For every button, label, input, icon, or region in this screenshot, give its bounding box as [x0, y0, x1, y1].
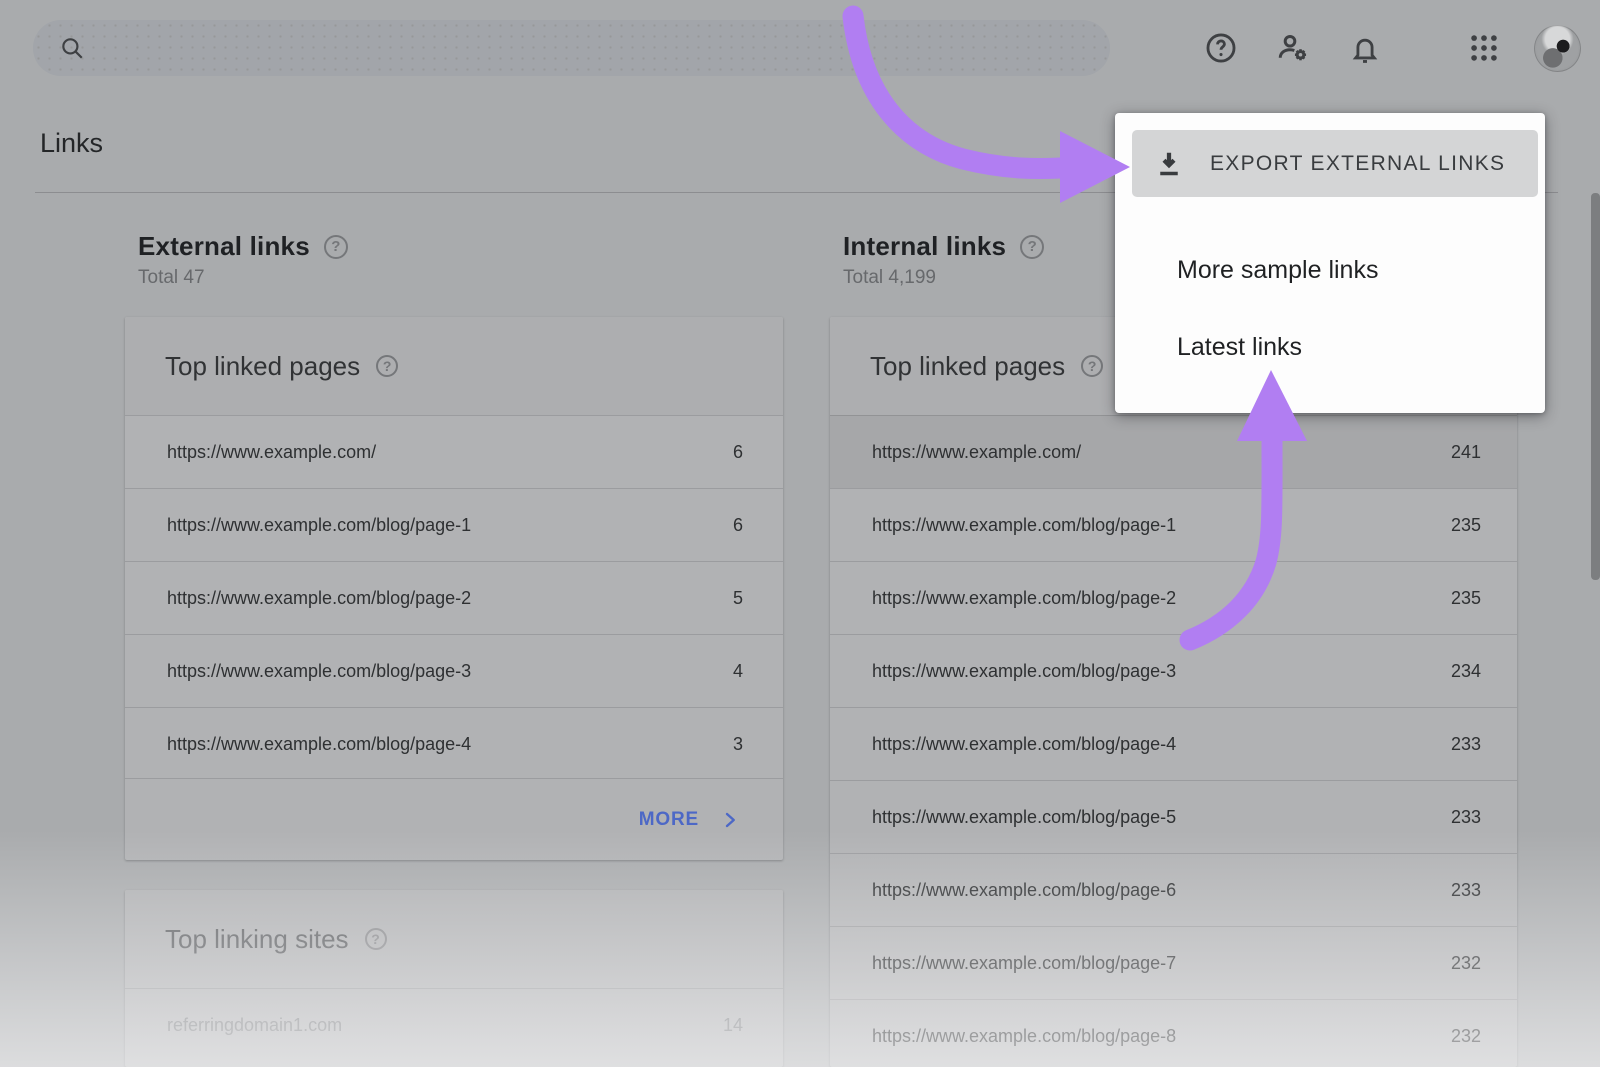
external-links-heading: External links: [138, 231, 310, 262]
notifications-button[interactable]: [1342, 25, 1388, 71]
notifications-icon: [1348, 31, 1382, 65]
table-row[interactable]: https://www.example.com/ 241: [830, 415, 1517, 488]
table-row[interactable]: https://www.example.com/blog/page-6 233: [830, 853, 1517, 926]
table-row[interactable]: https://www.example.com/ 6: [125, 415, 783, 488]
download-icon: [1154, 149, 1184, 179]
question-circle-icon[interactable]: ?: [324, 235, 348, 259]
table-row[interactable]: https://www.example.com/blog/page-5 233: [830, 780, 1517, 853]
links-report-page: Links External links ? Total 47 Internal…: [0, 0, 1600, 1067]
table-row[interactable]: https://www.example.com/blog/page-8 232: [830, 999, 1517, 1067]
question-circle-icon[interactable]: ?: [1020, 235, 1044, 259]
page-title: Links: [40, 128, 103, 159]
table-row[interactable]: https://www.example.com/blog/page-2 235: [830, 561, 1517, 634]
internal-total: Total 4,199: [843, 267, 1044, 289]
table-row[interactable]: https://www.example.com/blog/page-7 232: [830, 926, 1517, 999]
search-bar[interactable]: [33, 20, 1110, 76]
table-row[interactable]: https://www.example.com/blog/page-3 4: [125, 634, 783, 707]
question-circle-icon[interactable]: ?: [365, 928, 387, 950]
card-title: Top linking sites: [165, 924, 349, 955]
card-title: Top linked pages: [870, 351, 1065, 382]
card-title: Top linked pages: [165, 351, 360, 382]
apps-grid-icon: [1467, 31, 1501, 65]
menu-item-more-sample-links[interactable]: More sample links: [1115, 246, 1545, 294]
search-icon: [59, 35, 85, 61]
help-icon: [1204, 31, 1238, 65]
help-button[interactable]: [1198, 25, 1244, 71]
table-row[interactable]: https://www.example.com/blog/page-1 235: [830, 488, 1517, 561]
top-linking-sites-card: Top linking sites ? referringdomain1.com…: [125, 890, 783, 1067]
external-top-linked-pages-card: Top linked pages ? https://www.example.c…: [125, 317, 783, 860]
table-row[interactable]: https://www.example.com/blog/page-4 3: [125, 707, 783, 780]
manage-users-icon: [1275, 30, 1311, 66]
export-dropdown: EXPORT EXTERNAL LINKS More sample links …: [1115, 113, 1545, 413]
more-link[interactable]: MORE: [125, 778, 783, 860]
scrollbar-thumb[interactable]: [1591, 193, 1600, 580]
table-row[interactable]: https://www.example.com/blog/page-4 233: [830, 707, 1517, 780]
manage-users-button[interactable]: [1270, 25, 1316, 71]
table-row[interactable]: referringdomain1.com 14: [125, 988, 783, 1061]
internal-top-linked-pages-card: Top linked pages ? https://www.example.c…: [830, 317, 1517, 1067]
apps-grid-button[interactable]: [1461, 25, 1507, 71]
external-total: Total 47: [138, 267, 348, 289]
chevron-right-icon: [721, 811, 739, 829]
search-input[interactable]: [85, 27, 1110, 69]
table-row[interactable]: https://www.example.com/blog/page-3 234: [830, 634, 1517, 707]
export-external-links-button[interactable]: EXPORT EXTERNAL LINKS: [1132, 130, 1538, 197]
menu-item-latest-links[interactable]: Latest links: [1115, 323, 1545, 371]
question-circle-icon[interactable]: ?: [376, 355, 398, 377]
question-circle-icon[interactable]: ?: [1081, 355, 1103, 377]
table-row[interactable]: https://www.example.com/blog/page-1 6: [125, 488, 783, 561]
table-row[interactable]: https://www.example.com/blog/page-2 5: [125, 561, 783, 634]
internal-links-heading: Internal links: [843, 231, 1006, 262]
avatar[interactable]: [1534, 25, 1581, 72]
